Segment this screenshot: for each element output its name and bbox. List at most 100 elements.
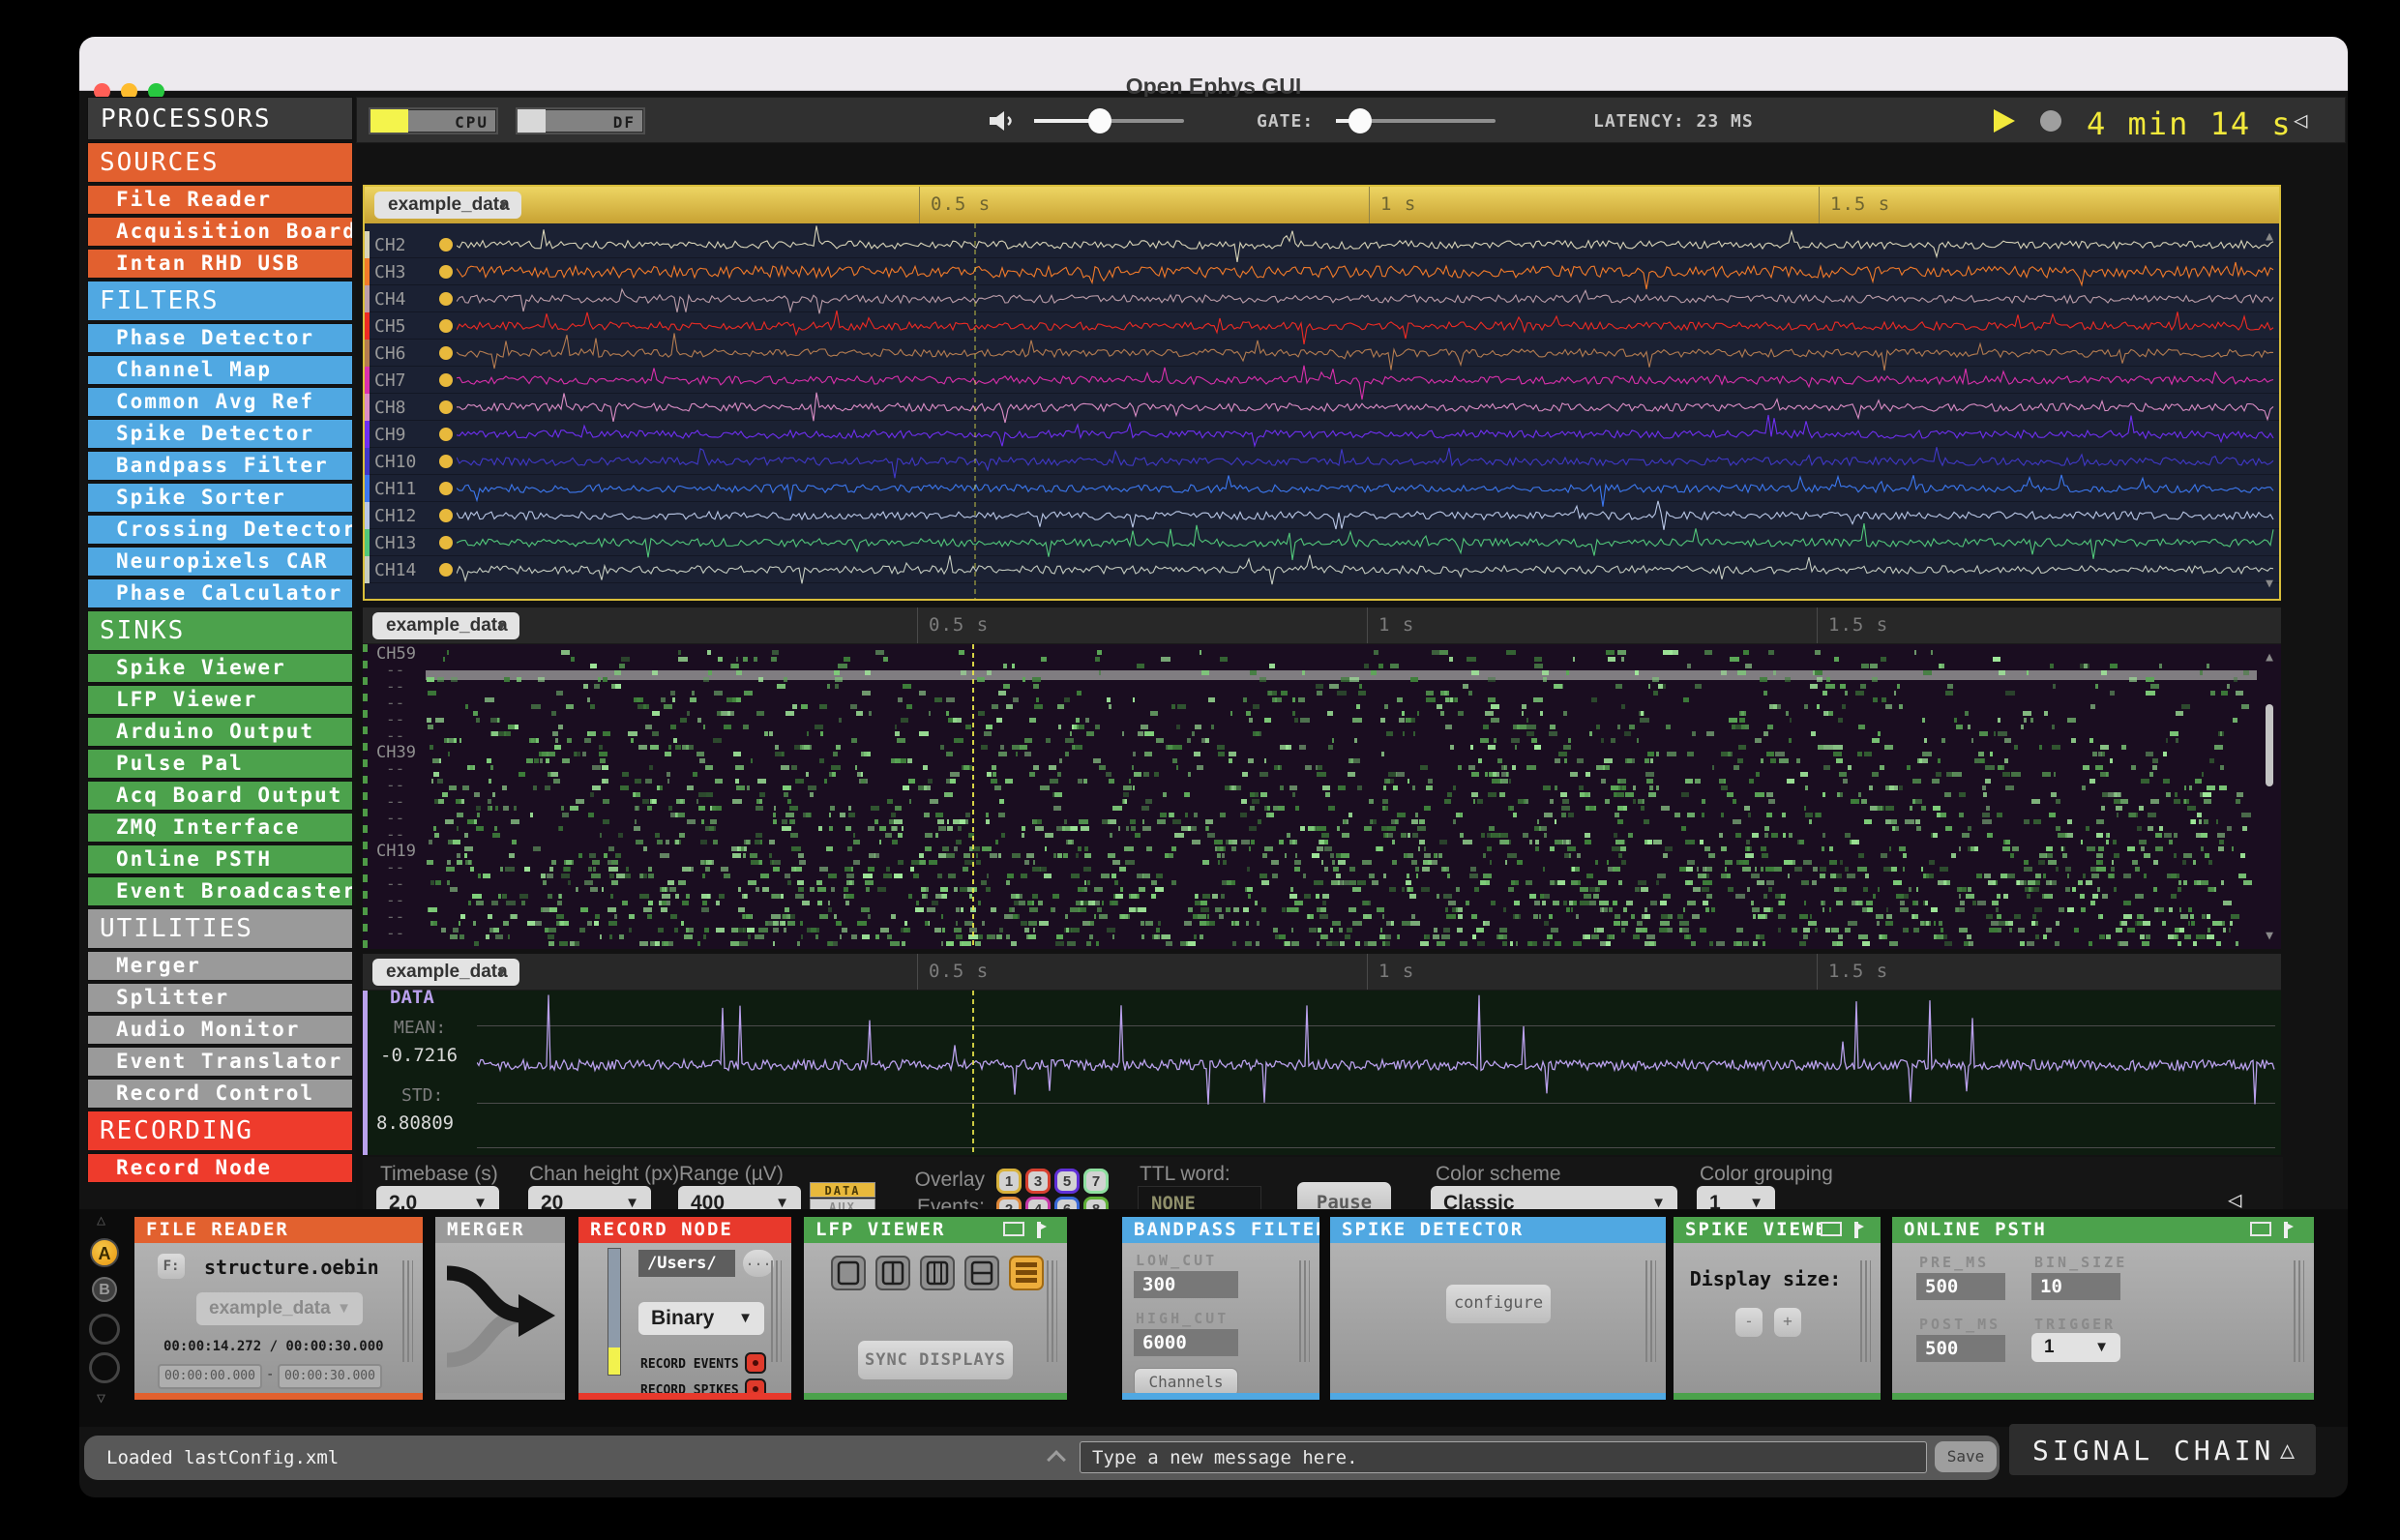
overlay-event-button-1[interactable]: 1: [996, 1169, 1022, 1194]
drag-handle[interactable]: [1860, 1260, 1871, 1362]
start-time-field[interactable]: 00:00:00.000: [158, 1364, 262, 1389]
rail-down-icon[interactable]: ▽: [97, 1389, 105, 1407]
record-button[interactable]: [2040, 110, 2061, 132]
play-button[interactable]: [1994, 109, 2015, 133]
sidebar-item-splitter[interactable]: Splitter: [87, 983, 353, 1013]
sidebar-item-channel-map[interactable]: Channel Map: [87, 355, 353, 385]
sidebar-item-phase-calculator[interactable]: Phase Calculator: [87, 578, 353, 608]
file-select-button[interactable]: F:: [158, 1254, 185, 1279]
drag-handle[interactable]: [1047, 1260, 1057, 1362]
record-events-toggle[interactable]: [745, 1352, 766, 1374]
record-path-field[interactable]: /Users/: [638, 1250, 735, 1277]
chain-selector-empty[interactable]: [89, 1314, 120, 1345]
pre-ms-field[interactable]: 500: [1916, 1273, 2005, 1300]
pin-tab-icon[interactable]: [2283, 1222, 2295, 1242]
sidebar-item-online-psth[interactable]: Online PSTH: [87, 844, 353, 874]
scroll-up-icon[interactable]: ▲: [2266, 650, 2273, 665]
sync-displays-button[interactable]: SYNC DISPLAYS: [858, 1341, 1013, 1379]
drag-handle[interactable]: [2294, 1260, 2304, 1362]
sidebar-item-pulse-pal[interactable]: Pulse Pal: [87, 749, 353, 779]
channel-audio-dot[interactable]: [439, 482, 453, 495]
overlay-event-button-7[interactable]: 7: [1083, 1169, 1109, 1194]
scroll-down-icon[interactable]: ▼: [2266, 929, 2273, 943]
scrollbar-thumb[interactable]: [2266, 704, 2273, 786]
sidebar-item-arduino-output[interactable]: Arduino Output: [87, 717, 353, 747]
sidebar-item-spike-detector[interactable]: Spike Detector: [87, 419, 353, 449]
trace-stream-selector[interactable]: example_data ▼: [372, 959, 519, 986]
sidebar-item-lfp-viewer[interactable]: LFP Viewer: [87, 685, 353, 715]
overlay-event-button-5[interactable]: 5: [1054, 1169, 1080, 1194]
data-stream-button[interactable]: DATA: [810, 1182, 875, 1198]
display-size-plus-button[interactable]: +: [1774, 1308, 1801, 1337]
chevron-up-icon[interactable]: [1050, 1449, 1065, 1465]
spike-detector-module[interactable]: SPIKE DETECTOR configure: [1330, 1217, 1666, 1400]
sidebar-item-file-reader[interactable]: File Reader: [87, 185, 353, 215]
channel-audio-dot[interactable]: [439, 292, 453, 306]
channel-audio-dot[interactable]: [439, 346, 453, 360]
post-ms-field[interactable]: 500: [1916, 1335, 2005, 1362]
sidebar-item-common-avg-ref[interactable]: Common Avg Ref: [87, 387, 353, 417]
sidebar-item-record-node[interactable]: Record Node: [87, 1153, 353, 1183]
sidebar-item-acq-board-output[interactable]: Acq Board Output: [87, 781, 353, 811]
configure-button[interactable]: configure: [1446, 1285, 1551, 1323]
sidebar-item-crossing-detector[interactable]: Crossing Detector: [87, 515, 353, 545]
save-button[interactable]: Save: [1935, 1441, 1997, 1472]
channel-audio-dot[interactable]: [439, 509, 453, 522]
trigger-select[interactable]: 1 ▼: [2031, 1333, 2120, 1362]
record-format-select[interactable]: Binary ▼: [638, 1302, 764, 1335]
bin-size-field[interactable]: 10: [2031, 1273, 2120, 1300]
channel-audio-dot[interactable]: [439, 536, 453, 549]
sidebar-item-spike-sorter[interactable]: Spike Sorter: [87, 483, 353, 513]
lfp-viewer-module[interactable]: LFP VIEWER SYNC DISPLAYS: [804, 1217, 1067, 1400]
channel-audio-dot[interactable]: [439, 400, 453, 414]
merger-module[interactable]: MERGER: [435, 1217, 565, 1400]
sidebar-item-bandpass-filter[interactable]: Bandpass Filter: [87, 451, 353, 481]
volume-slider[interactable]: [1034, 108, 1184, 133]
chain-selector-b[interactable]: B: [92, 1277, 117, 1302]
pin-tab-icon[interactable]: [1036, 1222, 1048, 1242]
collapse-toolbar-icon[interactable]: ◁: [2294, 106, 2307, 133]
channel-audio-dot[interactable]: [439, 319, 453, 333]
scroll-up-icon[interactable]: ▲: [2266, 229, 2273, 244]
scroll-down-icon[interactable]: ▼: [2266, 577, 2273, 591]
lfp-stream-selector[interactable]: example_data ▼: [374, 192, 521, 219]
spike-viewer-module[interactable]: SPIKE VIEWER Display size: - +: [1674, 1217, 1881, 1400]
bandpass-filter-module[interactable]: BANDPASS FILTER LOW_CUT 300 HIGH_CUT 600…: [1122, 1217, 1319, 1400]
drag-handle[interactable]: [402, 1260, 413, 1362]
drag-handle[interactable]: [1299, 1260, 1310, 1362]
high-cut-field[interactable]: 6000: [1134, 1329, 1238, 1356]
channel-audio-dot[interactable]: [439, 428, 453, 441]
sidebar-item-intan-rhd-usb[interactable]: Intan RHD USB: [87, 249, 353, 279]
chain-selector-empty[interactable]: [89, 1352, 120, 1383]
record-node-module[interactable]: RECORD NODE /Users/ ... Binary ▼ RECORD E…: [578, 1217, 791, 1400]
sidebar-item-neuropixels-car[interactable]: Neuropixels CAR: [87, 547, 353, 577]
sidebar-item-event-translator[interactable]: Event Translator: [87, 1047, 353, 1077]
display-size-minus-button[interactable]: -: [1735, 1308, 1763, 1337]
drag-handle[interactable]: [1645, 1260, 1656, 1362]
window-icon[interactable]: [1821, 1222, 1842, 1236]
file-stream-select[interactable]: example_data ▼: [196, 1292, 363, 1325]
sidebar-item-audio-monitor[interactable]: Audio Monitor: [87, 1015, 353, 1045]
window-icon[interactable]: [1003, 1222, 1024, 1236]
layout-three-row-button-selected[interactable]: [1009, 1256, 1044, 1290]
chain-selector-a[interactable]: A: [90, 1238, 119, 1267]
signal-chain-toggle[interactable]: SIGNAL CHAIN △: [2009, 1424, 2316, 1475]
sidebar-item-record-control[interactable]: Record Control: [87, 1079, 353, 1109]
raster-stream-selector[interactable]: example_data ▼: [372, 612, 519, 639]
channel-audio-dot[interactable]: [439, 265, 453, 279]
layout-two-row-button[interactable]: [964, 1256, 999, 1290]
sidebar-item-zmq-interface[interactable]: ZMQ Interface: [87, 813, 353, 843]
sidebar-item-merger[interactable]: Merger: [87, 951, 353, 981]
gate-slider[interactable]: [1336, 108, 1496, 133]
volume-slider-thumb[interactable]: [1088, 108, 1111, 133]
layout-single-button[interactable]: [831, 1256, 866, 1290]
message-input[interactable]: [1080, 1441, 1927, 1473]
overlay-event-button-3[interactable]: 3: [1025, 1169, 1051, 1194]
window-icon[interactable]: [2250, 1222, 2271, 1236]
pin-tab-icon[interactable]: [1853, 1222, 1865, 1242]
layout-two-col-button[interactable]: [875, 1256, 910, 1290]
channel-audio-dot[interactable]: [439, 373, 453, 387]
online-psth-module[interactable]: ONLINE PSTH PRE_MS 500 BIN_SIZE 10 POST_…: [1892, 1217, 2314, 1400]
sidebar-item-acquisition-board[interactable]: Acquisition Board: [87, 217, 353, 247]
channel-audio-dot[interactable]: [439, 455, 453, 468]
